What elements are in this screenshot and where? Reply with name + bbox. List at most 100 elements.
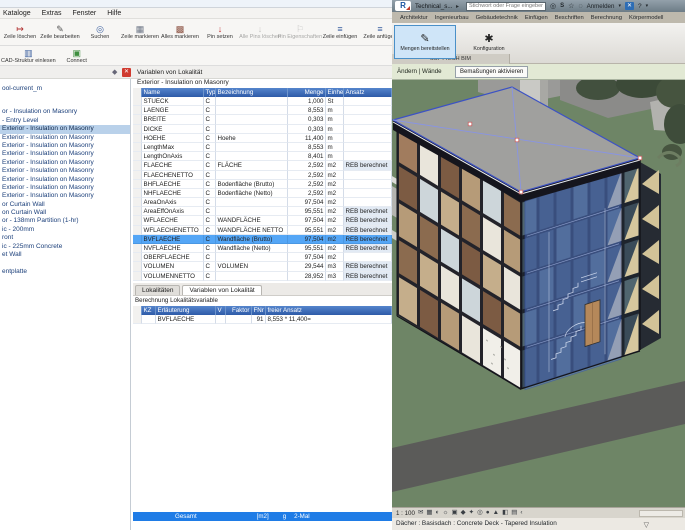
- row-selector[interactable]: [133, 97, 142, 106]
- tree-item[interactable]: ic - 200mm: [0, 226, 130, 234]
- menu-item-hilfe[interactable]: Hilfe: [107, 10, 121, 17]
- tree-item[interactable]: on Curtain Wall: [0, 209, 130, 217]
- row-selector[interactable]: [133, 253, 142, 262]
- tab-beschriften[interactable]: Beschriften: [555, 15, 584, 21]
- column-header[interactable]: Ansatz: [344, 88, 392, 97]
- tree-item[interactable]: Exterior - Insulation on Masonry: [0, 184, 130, 192]
- column-header[interactable]: Einheit: [326, 88, 344, 97]
- view-control-icon[interactable]: ▤: [511, 508, 517, 518]
- tab-einfügen[interactable]: Einfügen: [525, 15, 548, 21]
- menu-item-fenster[interactable]: Fenster: [72, 10, 96, 17]
- toolbar-button[interactable]: ≡Zeile anfügen: [360, 19, 392, 45]
- tree-item[interactable]: Exterior - Insulation on Masonry: [0, 134, 130, 142]
- row-selector[interactable]: [133, 134, 142, 143]
- row-selector[interactable]: [133, 180, 142, 189]
- view-control-icon[interactable]: ▦: [426, 508, 432, 518]
- row-selector[interactable]: [133, 171, 142, 180]
- tab-körpermodell[interactable]: Körpermodell: [629, 15, 663, 21]
- selected-wall[interactable]: [525, 167, 621, 390]
- column-header[interactable]: Faktor: [226, 306, 252, 315]
- table-row[interactable]: FLAECHECFLÄCHE2,592m2REB berechnet: [133, 161, 392, 170]
- row-selector[interactable]: [133, 125, 142, 134]
- row-selector[interactable]: [133, 161, 142, 170]
- view-control-icon[interactable]: ●: [486, 508, 490, 518]
- column-header[interactable]: Name: [142, 88, 204, 97]
- row-selector[interactable]: [133, 272, 142, 281]
- tree-item[interactable]: Exterior - Insulation on Masonry: [0, 176, 130, 184]
- table-row[interactable]: STUECKC1,000St: [133, 97, 392, 106]
- tree-item[interactable]: et Wall: [0, 251, 130, 259]
- tab-berechnung[interactable]: Berechnung: [591, 15, 622, 21]
- column-header[interactable]: Typ: [204, 88, 216, 97]
- row-selector[interactable]: [133, 115, 142, 124]
- table-row[interactable]: VOLUMENNETTOC28,952m3REB berechnet: [133, 272, 392, 281]
- row-selector[interactable]: [133, 216, 142, 225]
- row-selector[interactable]: [133, 198, 142, 207]
- view-control-icon[interactable]: ‹: [520, 508, 522, 518]
- revit-logo[interactable]: R: [395, 1, 411, 11]
- table-row[interactable]: VOLUMENCVOLUMEN29,544m3REB berechnet: [133, 262, 392, 271]
- row-selector[interactable]: [133, 315, 142, 324]
- activate-dimensions-button[interactable]: Bemaßungen aktivieren: [455, 66, 528, 78]
- calc-row[interactable]: BVFLAECHE918,553 * 11,400=: [133, 315, 392, 324]
- column-header[interactable]: Bezeichnung: [216, 88, 288, 97]
- tree-item[interactable]: ront: [0, 234, 130, 242]
- tree-item[interactable]: entplatte: [0, 268, 130, 276]
- table-row[interactable]: BVFLAECHECWandfläche (Brutto)97,504m2REB…: [133, 235, 392, 244]
- table-row[interactable]: BHFLAECHECBodenfläche (Brutto)2,592m2: [133, 180, 392, 189]
- table-row[interactable]: DICKEC0,303m: [133, 125, 392, 134]
- search-input[interactable]: [466, 2, 546, 11]
- tab-inactive[interactable]: Lokalitäten: [135, 285, 180, 295]
- tree-item[interactable]: Exterior - Insulation on Masonry: [0, 159, 130, 167]
- toolbar-button[interactable]: ▩Alles markieren: [160, 19, 200, 45]
- view-control-icon[interactable]: ◐: [436, 508, 440, 518]
- toolbar-button[interactable]: ✎Zeile bearbeiten: [40, 19, 80, 45]
- ribbon-button[interactable]: ✎Mengen bereitstellen: [394, 25, 456, 59]
- 3d-viewport[interactable]: [392, 80, 685, 507]
- toolbar-button[interactable]: ▦Zeile markieren: [120, 19, 160, 45]
- ribbon-button[interactable]: ✱Konfiguration: [458, 25, 520, 59]
- signin-dropdown-icon[interactable]: ▾: [618, 3, 621, 9]
- view-control-icon[interactable]: ◧: [502, 508, 508, 518]
- tab-architektur[interactable]: Architektur: [400, 15, 428, 21]
- table-row[interactable]: LAENGEC8,553m: [133, 106, 392, 115]
- tree-item[interactable]: Exterior - Insulation on Masonry: [0, 167, 130, 175]
- view-control-icon[interactable]: ✉: [418, 508, 423, 518]
- tab-gebäudetechnik[interactable]: Gebäudetechnik: [476, 15, 518, 21]
- tree-item[interactable]: ic - 225mm Concrete: [0, 243, 130, 251]
- table-row[interactable]: NHFLAECHECBodenfläche (Netto)2,592m2: [133, 189, 392, 198]
- tree-item[interactable]: or - 138mm Partition (1-hr): [0, 217, 130, 225]
- toolbar-button[interactable]: ↓Pin setzen: [200, 19, 240, 45]
- table-row[interactable]: FLAECHENETTOC2,592m2: [133, 171, 392, 180]
- table-row[interactable]: LengthMaxC8,553m: [133, 143, 392, 152]
- column-header[interactable]: V: [216, 306, 226, 315]
- table-row[interactable]: NVFLAECHECWandfläche (Netto)95,551m2REB …: [133, 244, 392, 253]
- tree-item[interactable]: or - Insulation on Masonry: [0, 108, 130, 116]
- view-control-icon[interactable]: ✦: [469, 508, 474, 518]
- horizontal-scrollbar[interactable]: [639, 510, 683, 517]
- tree-item[interactable]: - Entry Level: [0, 117, 130, 125]
- tree-item[interactable]: Exterior - Insulation on Masonry: [0, 150, 130, 158]
- view-control-icon[interactable]: ▲: [493, 508, 499, 518]
- row-selector[interactable]: [133, 207, 142, 216]
- row-selector[interactable]: [133, 262, 142, 271]
- tree-item[interactable]: Exterior - Insulation on Masonry: [0, 192, 130, 200]
- tree-item[interactable]: or Curtain Wall: [0, 201, 130, 209]
- signin-button[interactable]: Anmelden: [587, 3, 615, 10]
- row-selector[interactable]: [133, 106, 142, 115]
- table-row[interactable]: BREITEC0,303m: [133, 115, 392, 124]
- tree-item[interactable]: Exterior - Insulation on Masonry: [0, 142, 130, 150]
- menu-item-extras[interactable]: Extras: [42, 10, 62, 17]
- column-header[interactable]: Erläuterung: [156, 306, 216, 315]
- table-row[interactable]: WFLAECHENETTOCWANDFLÄCHE NETTO95,551m2RE…: [133, 226, 392, 235]
- tab-ingenieurbau[interactable]: Ingenieurbau: [435, 15, 469, 21]
- user-icon[interactable]: ◌: [578, 3, 582, 10]
- view-control-icon[interactable]: ☼: [442, 508, 448, 518]
- view-control-icon[interactable]: ◆: [461, 508, 466, 518]
- search-binoculars-icon[interactable]: ◎: [550, 2, 556, 10]
- row-selector[interactable]: [133, 152, 142, 161]
- tab-active[interactable]: Variablen von Lokalität: [182, 285, 261, 295]
- subscription-icon[interactable]: S: [560, 3, 564, 9]
- toolbar-button[interactable]: ≡Zeile einfügen: [320, 19, 360, 45]
- toolbar-button[interactable]: ▣Connect: [57, 48, 97, 64]
